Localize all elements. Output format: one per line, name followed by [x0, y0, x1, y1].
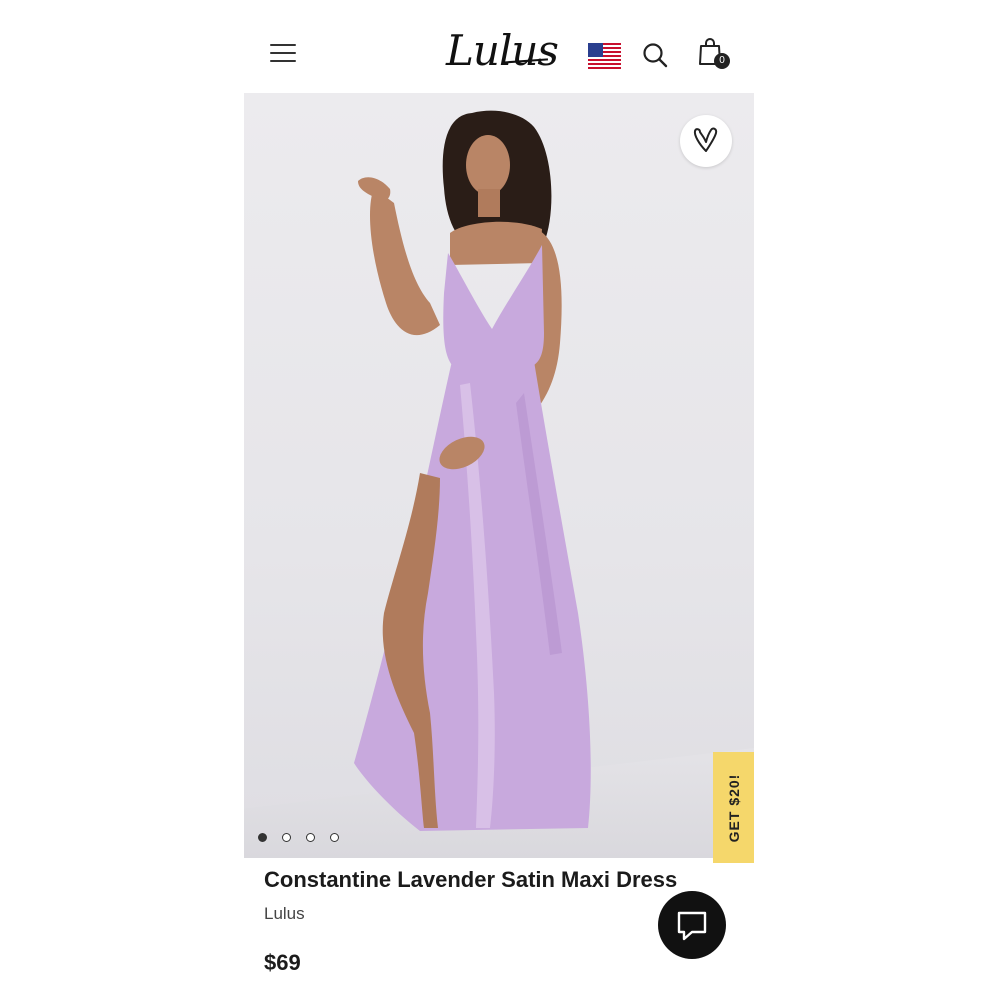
- carousel-dot-2[interactable]: [282, 833, 291, 842]
- product-image-carousel[interactable]: [244, 93, 754, 858]
- carousel-dot-1[interactable]: [258, 833, 267, 842]
- cart-count-badge: 0: [714, 53, 730, 69]
- model-in-lavender-dress-image: [354, 110, 591, 831]
- lulus-logo[interactable]: Lulus: [446, 26, 559, 76]
- site-header: Lulus 0: [244, 20, 754, 90]
- get-20-promo-tab[interactable]: GET $20!: [713, 752, 754, 863]
- search-icon[interactable]: [642, 42, 668, 68]
- us-flag-icon[interactable]: [588, 43, 621, 69]
- favorite-button[interactable]: [680, 115, 732, 167]
- product-brand[interactable]: Lulus: [264, 904, 305, 924]
- carousel-dot-4[interactable]: [330, 833, 339, 842]
- product-title: Constantine Lavender Satin Maxi Dress: [264, 867, 678, 892]
- chat-bubble-icon: [677, 911, 707, 941]
- chat-button[interactable]: [658, 891, 726, 959]
- shopping-bag-button[interactable]: 0: [698, 37, 734, 73]
- promo-label: GET $20!: [725, 773, 742, 842]
- product-price: $69: [264, 950, 301, 975]
- menu-icon[interactable]: [270, 42, 296, 64]
- carousel-dot-3[interactable]: [306, 833, 315, 842]
- heart-icon: [693, 127, 718, 152]
